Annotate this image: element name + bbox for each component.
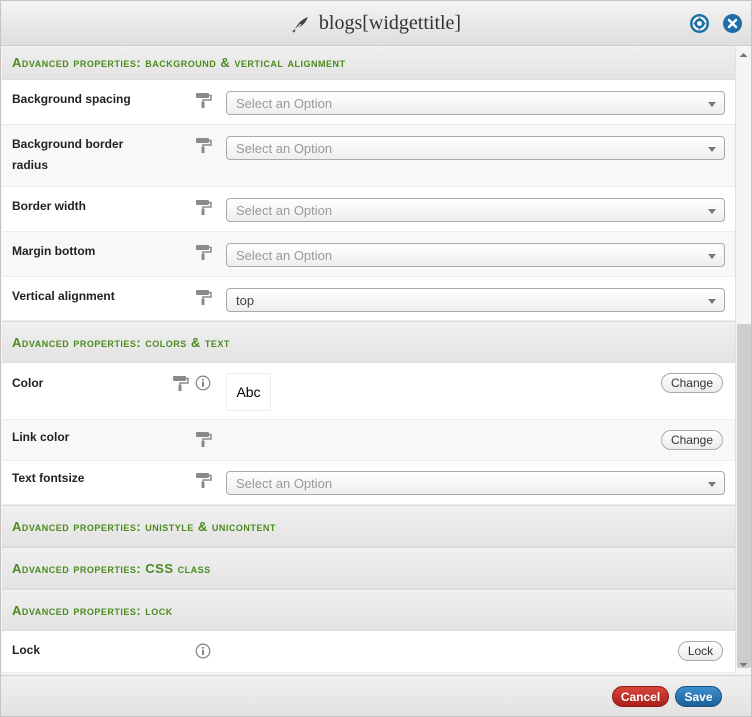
- row-link-color: Link color Change: [2, 420, 735, 461]
- paint-roller-icon[interactable]: [195, 472, 213, 488]
- dialog-title: blogs[widgettitle]: [318, 12, 462, 34]
- title-bar: blogs[widgettitle]: [1, 1, 751, 46]
- properties-panel: Advanced properties: background & vertic…: [2, 46, 735, 674]
- margin-bottom-select[interactable]: Select an Option: [226, 243, 725, 267]
- scroll-thumb[interactable]: [737, 324, 751, 668]
- title-wrap: blogs[widgettitle]: [1, 1, 751, 46]
- scroll-up-arrow-icon[interactable]: [738, 50, 749, 60]
- feather-icon: [292, 16, 308, 33]
- cancel-button[interactable]: Cancel: [612, 686, 669, 707]
- text-fontsize-select[interactable]: Select an Option: [226, 471, 725, 495]
- link-color-change-button[interactable]: Change: [661, 430, 723, 450]
- row-label: Text fontsize: [12, 471, 85, 485]
- select-value: Select an Option: [236, 248, 333, 263]
- paint-roller-icon[interactable]: [195, 92, 213, 108]
- row-label: Border width: [12, 199, 86, 213]
- select-value: Select an Option: [236, 203, 333, 218]
- row-label: Color: [12, 376, 44, 390]
- scrollbar[interactable]: [735, 46, 751, 674]
- row-lock: Lock Lock: [2, 631, 735, 673]
- select-value: Select an Option: [236, 476, 333, 491]
- section-lock-header[interactable]: Advanced properties: lock: [2, 589, 735, 631]
- lifebuoy-icon: [692, 16, 707, 31]
- row-color: Color Abc Change: [2, 363, 735, 420]
- help-button[interactable]: [690, 14, 709, 33]
- section-title: Advanced properties: CSS class: [12, 560, 211, 576]
- paint-roller-icon[interactable]: [172, 375, 190, 391]
- color-change-button[interactable]: Change: [661, 373, 723, 393]
- row-vertical-alignment: Vertical alignment top: [2, 277, 735, 321]
- section-css-header[interactable]: Advanced properties: CSS class: [2, 547, 735, 589]
- paint-roller-icon[interactable]: [195, 137, 213, 153]
- chevron-down-icon: [708, 147, 716, 152]
- info-icon[interactable]: [195, 643, 211, 659]
- dialog-footer: Cancel Save: [1, 675, 751, 716]
- close-button[interactable]: [723, 14, 742, 33]
- section-title: Advanced properties: background & vertic…: [12, 55, 346, 70]
- row-label: Background border radius: [12, 137, 124, 172]
- select-value: Select an Option: [236, 141, 333, 156]
- row-label: Vertical alignment: [12, 289, 115, 303]
- row-text-fontsize: Text fontsize Select an Option: [2, 461, 735, 505]
- row-margin-bottom: Margin bottom Select an Option: [2, 232, 735, 277]
- section-title: Advanced properties: lock: [12, 602, 173, 618]
- info-icon[interactable]: [195, 375, 211, 391]
- paint-roller-icon[interactable]: [195, 199, 213, 215]
- chevron-down-icon: [708, 299, 716, 304]
- row-background-border-radius: Background border radius Select an Optio…: [2, 125, 735, 187]
- paint-roller-icon[interactable]: [195, 289, 213, 305]
- section-title: Advanced properties: unistyle & uniconte…: [12, 518, 276, 534]
- paint-roller-icon[interactable]: [195, 431, 213, 447]
- select-value: Select an Option: [236, 96, 333, 111]
- row-label: Link color: [12, 430, 70, 444]
- color-preview: Abc: [226, 373, 271, 411]
- background-border-radius-select[interactable]: Select an Option: [226, 136, 725, 160]
- section-background-header[interactable]: Advanced properties: background & vertic…: [2, 46, 735, 80]
- section-colors-header[interactable]: Advanced properties: colors & text: [2, 321, 735, 363]
- scroll-down-arrow-icon[interactable]: [738, 660, 749, 670]
- close-icon: [727, 18, 738, 29]
- row-label: Background spacing: [12, 92, 131, 106]
- chevron-down-icon: [708, 254, 716, 259]
- save-button[interactable]: Save: [675, 686, 722, 707]
- background-spacing-select[interactable]: Select an Option: [226, 91, 725, 115]
- paint-roller-icon[interactable]: [195, 244, 213, 260]
- vertical-alignment-select[interactable]: top: [226, 288, 725, 312]
- section-unistyle-header[interactable]: Advanced properties: unistyle & uniconte…: [2, 505, 735, 547]
- row-label: Lock: [12, 643, 41, 657]
- row-label: Margin bottom: [12, 244, 96, 258]
- row-background-spacing: Background spacing Select an Option: [2, 80, 735, 125]
- chevron-down-icon: [708, 102, 716, 107]
- lock-button[interactable]: Lock: [678, 641, 723, 661]
- chevron-down-icon: [708, 482, 716, 487]
- chevron-down-icon: [708, 209, 716, 214]
- section-title: Advanced properties: colors & text: [12, 334, 230, 350]
- border-width-select[interactable]: Select an Option: [226, 198, 725, 222]
- widget-dialog: blogs[widgettitle] Advanced properties: …: [0, 0, 752, 717]
- row-border-width: Border width Select an Option: [2, 187, 735, 232]
- select-value: top: [236, 293, 255, 308]
